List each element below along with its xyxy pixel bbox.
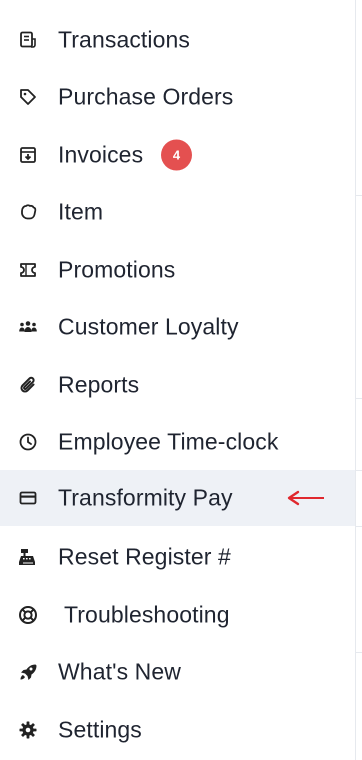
menu-item-item[interactable]: Item (0, 189, 355, 235)
rocket-icon (17, 661, 39, 683)
hand-icon (17, 201, 39, 223)
gear-icon (17, 719, 39, 741)
menu-item-invoices[interactable]: Invoices 4 (0, 132, 355, 178)
menu-item-label: Reports (58, 371, 140, 398)
menu-item-label: Promotions (58, 256, 176, 283)
users-icon (17, 316, 39, 338)
menu-item-label: Settings (58, 716, 142, 743)
divider (356, 195, 362, 196)
notification-badge: 4 (161, 139, 192, 171)
cash-register-icon (17, 546, 39, 568)
inbox-download-icon (17, 144, 39, 166)
menu-item-troubleshooting[interactable]: Troubleshooting (0, 592, 355, 638)
divider (356, 526, 362, 527)
side-menu: Transactions Purchase Orders Invoices 4 … (0, 0, 355, 760)
menu-item-label: Employee Time-clock (58, 428, 279, 455)
divider (356, 652, 362, 653)
menu-item-whats-new[interactable]: What's New (0, 649, 355, 695)
divider (356, 398, 362, 399)
menu-item-label: Reset Register # (58, 543, 231, 570)
menu-item-label: Transformity Pay (58, 484, 233, 511)
menu-item-customer-loyalty[interactable]: Customer Loyalty (0, 304, 355, 350)
divider (356, 470, 362, 471)
menu-item-reset-register[interactable]: Reset Register # (0, 534, 355, 580)
menu-item-reports[interactable]: Reports (0, 362, 355, 408)
menu-item-settings[interactable]: Settings (0, 707, 355, 753)
menu-item-label: Customer Loyalty (58, 313, 239, 340)
menu-item-transformity-pay[interactable]: Transformity Pay (0, 470, 355, 526)
clock-icon (17, 431, 39, 453)
receipt-icon (17, 29, 39, 51)
menu-item-purchase-orders[interactable]: Purchase Orders (0, 74, 355, 120)
paperclip-icon (17, 374, 39, 396)
tag-icon (17, 86, 39, 108)
menu-item-transactions[interactable]: Transactions (0, 17, 355, 63)
menu-item-label: Troubleshooting (64, 601, 230, 628)
menu-item-promotions[interactable]: Promotions (0, 247, 355, 293)
background-page-edge (355, 0, 362, 760)
credit-card-icon (17, 487, 39, 509)
menu-item-label: Item (58, 198, 104, 225)
menu-item-label: What's New (58, 658, 181, 685)
ticket-icon (17, 259, 39, 281)
annotation-arrow (287, 490, 324, 506)
menu-item-employee-time-clock[interactable]: Employee Time-clock (0, 419, 355, 465)
menu-item-label: Transactions (58, 26, 191, 53)
life-ring-icon (17, 604, 39, 626)
menu-item-label: Invoices (58, 141, 144, 168)
menu-item-label: Purchase Orders (58, 83, 234, 110)
